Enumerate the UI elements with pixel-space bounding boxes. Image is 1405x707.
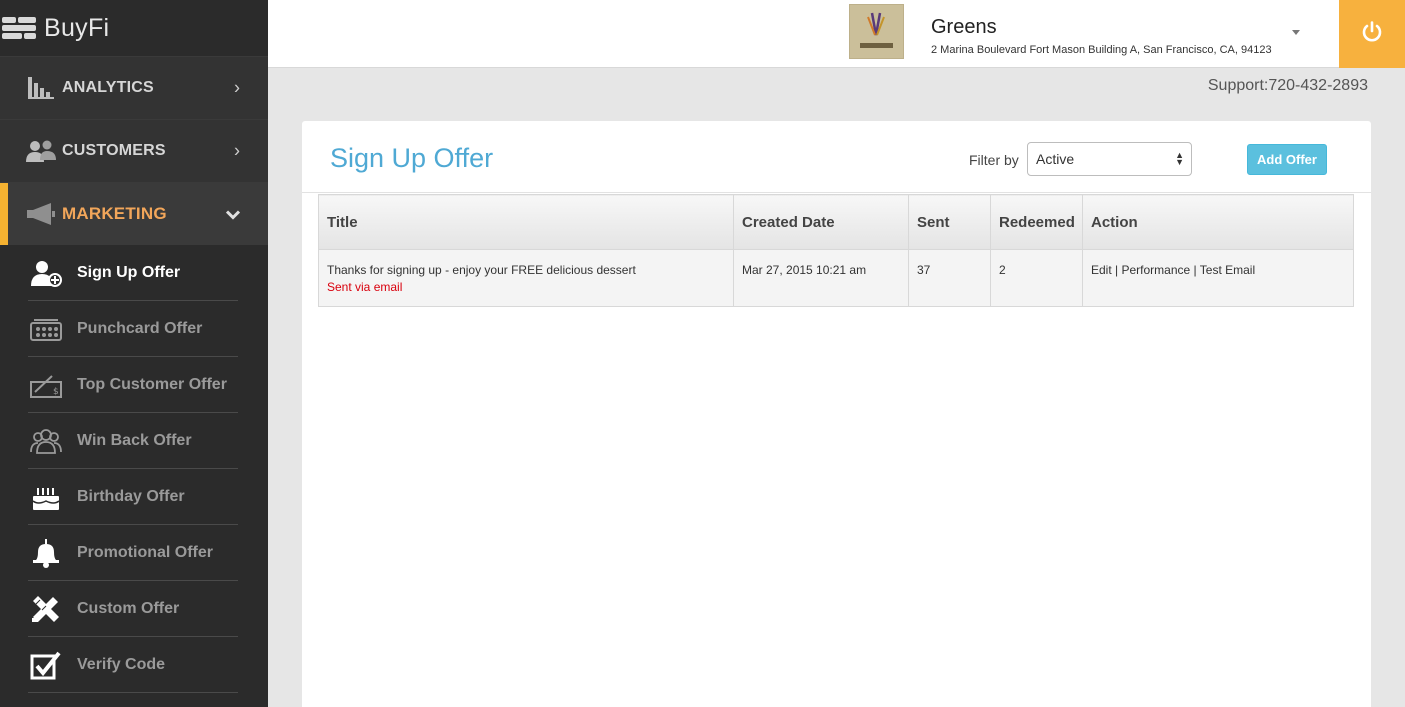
nav-analytics[interactable]: ANALYTICS › bbox=[0, 56, 268, 119]
megaphone-icon bbox=[24, 201, 58, 227]
sidebar-item-label: Birthday Offer bbox=[77, 487, 185, 505]
sidebar-item-label: Win Back Offer bbox=[77, 431, 192, 449]
table-row: Thanks for signing up - enjoy your FREE … bbox=[318, 249, 1354, 307]
add-offer-button[interactable]: Add Offer bbox=[1247, 144, 1327, 175]
nav-label: MARKETING bbox=[62, 204, 167, 223]
column-header-action: Action bbox=[1082, 194, 1354, 250]
offer-channel: Sent via email bbox=[327, 280, 403, 294]
action-separator: | bbox=[1190, 263, 1200, 277]
edit-link[interactable]: Edit bbox=[1091, 263, 1112, 277]
sidebar-item-top-customer-offer[interactable]: $ Top Customer Offer bbox=[28, 357, 238, 413]
cell-sent: 37 bbox=[908, 249, 991, 307]
buyfi-logo-icon bbox=[2, 15, 38, 41]
nav-label: ANALYTICS bbox=[62, 79, 154, 96]
bell-icon bbox=[28, 538, 64, 568]
tools-icon bbox=[28, 594, 64, 624]
table-header-row: Title Created Date Sent Redeemed Action bbox=[318, 194, 1354, 250]
offer-title: Thanks for signing up - enjoy your FREE … bbox=[327, 263, 636, 277]
nav-customers[interactable]: CUSTOMERS › bbox=[0, 119, 268, 182]
offers-table: Title Created Date Sent Redeemed Action … bbox=[318, 194, 1354, 307]
cell-created-date: Mar 27, 2015 10:21 am bbox=[733, 249, 909, 307]
chevron-right-icon: › bbox=[234, 77, 240, 98]
app-name: BuyFi bbox=[44, 13, 110, 42]
sidebar-item-promotional-offer[interactable]: Promotional Offer bbox=[28, 525, 238, 581]
offers-panel: Sign Up Offer Filter by Active ▲ ▼ Add Of… bbox=[302, 121, 1371, 707]
select-arrows-icon: ▲ ▼ bbox=[1175, 150, 1184, 167]
add-user-icon bbox=[28, 258, 64, 288]
performance-link[interactable]: Performance bbox=[1121, 263, 1190, 277]
support-phone: Support:720-432-2893 bbox=[1207, 77, 1368, 94]
punchcard-icon bbox=[28, 314, 64, 344]
sidebar-item-birthday-offer[interactable]: Birthday Offer bbox=[28, 469, 238, 525]
chevron-down-icon bbox=[225, 204, 241, 225]
sidebar-item-win-back-offer[interactable]: Win Back Offer bbox=[28, 413, 238, 469]
sidebar-item-label: Custom Offer bbox=[77, 599, 180, 617]
cell-title: Thanks for signing up - enjoy your FREE … bbox=[318, 249, 734, 307]
cell-action: Edit | Performance | Test Email bbox=[1082, 249, 1354, 307]
app-logo[interactable]: BuyFi bbox=[0, 0, 268, 56]
store-logo bbox=[849, 4, 904, 59]
caret-down-icon[interactable] bbox=[1292, 30, 1300, 35]
column-header-redeemed: Redeemed bbox=[990, 194, 1083, 250]
sidebar-item-sign-up-offer[interactable]: Sign Up Offer bbox=[28, 245, 238, 301]
filter-select[interactable]: Active ▲ ▼ bbox=[1027, 142, 1192, 176]
nav-label: CUSTOMERS bbox=[62, 142, 166, 159]
column-header-created-date: Created Date bbox=[733, 194, 909, 250]
filter-label: Filter by bbox=[969, 152, 1019, 168]
chevron-right-icon: › bbox=[234, 140, 240, 161]
sidebar-item-label: Verify Code bbox=[77, 655, 166, 673]
sidebar-item-custom-offer[interactable]: Custom Offer bbox=[28, 581, 238, 637]
sidebar-item-label: Top Customer Offer bbox=[77, 375, 227, 393]
cell-redeemed: 2 bbox=[990, 249, 1083, 307]
store-name[interactable]: Greens bbox=[931, 16, 997, 39]
sidebar-item-label: Sign Up Offer bbox=[77, 263, 181, 281]
users-icon bbox=[24, 138, 58, 164]
sidebar-item-verify-code[interactable]: Verify Code bbox=[28, 637, 238, 693]
bar-chart-icon bbox=[24, 75, 58, 101]
store-address: 2 Marina Boulevard Fort Mason Building A… bbox=[931, 44, 1272, 56]
top-header: Greens 2 Marina Boulevard Fort Mason Bui… bbox=[268, 0, 1405, 68]
panel-header: Sign Up Offer Filter by Active ▲ ▼ Add Of… bbox=[302, 121, 1371, 193]
sidebar: BuyFi ANALYTICS › CUSTOMERS › MARKETING … bbox=[0, 0, 268, 707]
sidebar-item-label: Promotional Offer bbox=[77, 543, 214, 561]
cake-icon bbox=[28, 482, 64, 512]
power-icon bbox=[1361, 20, 1383, 48]
group-icon bbox=[28, 426, 64, 456]
marketing-submenu: Sign Up Offer Punchcard Offer $ Top Cust… bbox=[0, 245, 268, 693]
nav-marketing[interactable]: MARKETING bbox=[0, 182, 268, 245]
column-header-sent: Sent bbox=[908, 194, 991, 250]
test-email-link[interactable]: Test Email bbox=[1200, 263, 1255, 277]
column-header-title: Title bbox=[318, 194, 734, 250]
svg-text:$: $ bbox=[53, 387, 59, 397]
action-separator: | bbox=[1111, 263, 1122, 277]
sidebar-item-label: Punchcard Offer bbox=[77, 319, 203, 337]
filter-value: Active bbox=[1036, 151, 1075, 167]
sidebar-item-punchcard-offer[interactable]: Punchcard Offer bbox=[28, 301, 238, 357]
page-title: Sign Up Offer bbox=[330, 143, 494, 173]
check-signature-icon: $ bbox=[28, 370, 64, 400]
checkbox-icon bbox=[28, 650, 64, 680]
logout-button[interactable] bbox=[1339, 0, 1405, 68]
